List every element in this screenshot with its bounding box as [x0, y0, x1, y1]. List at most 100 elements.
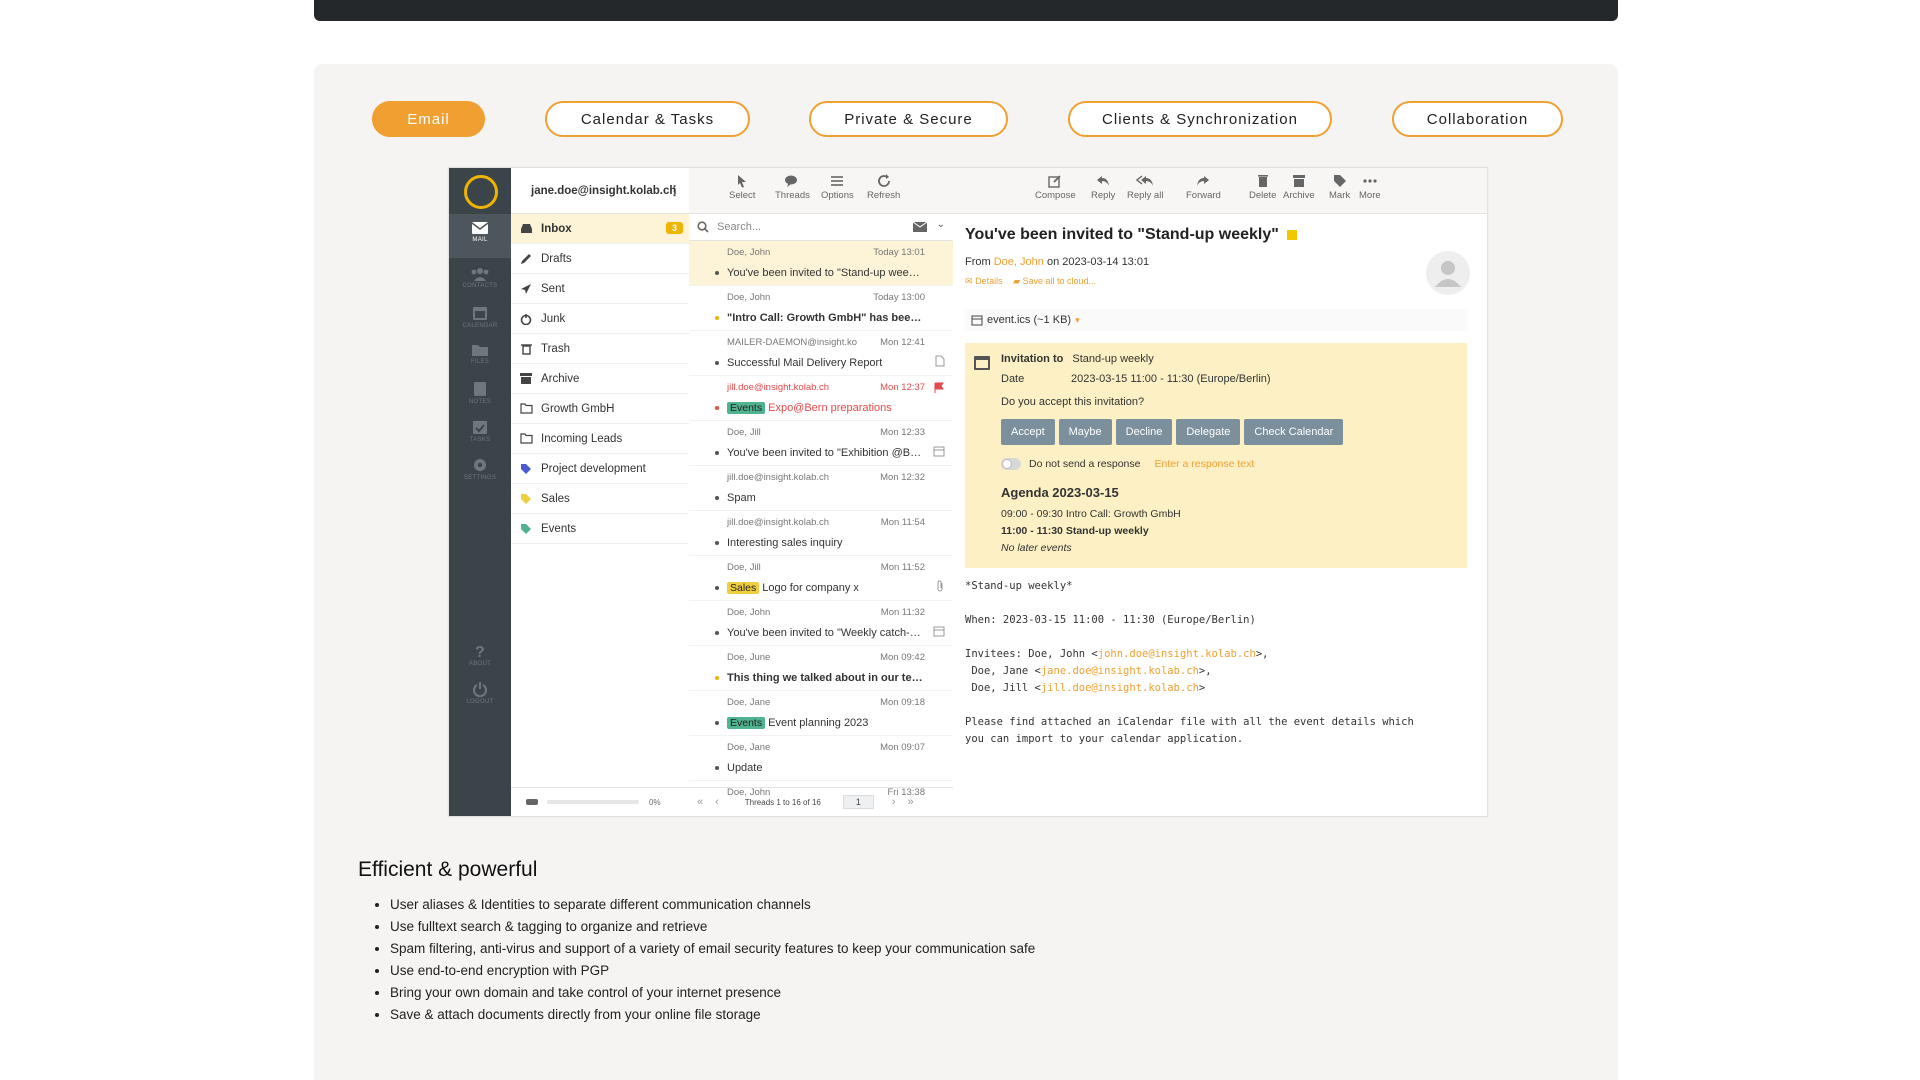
invitee-email[interactable]: john.doe@insight.kolab.ch: [1098, 648, 1256, 660]
folder-project-development[interactable]: Project development: [511, 454, 689, 484]
accept-button[interactable]: Accept: [1001, 419, 1055, 445]
search-input[interactable]: Search...: [717, 221, 761, 233]
message-row[interactable]: Doe, Jane Mon 09:18 Events Event planning…: [689, 691, 953, 736]
attachment-row[interactable]: event.ics (~1 KB) ▾: [965, 309, 1467, 331]
kebab-menu-icon[interactable]: ⋮: [668, 183, 681, 199]
folder-sales[interactable]: Sales: [511, 484, 689, 514]
read-dot: [715, 496, 719, 500]
first-page-icon[interactable]: «: [697, 796, 703, 808]
message-row[interactable]: Doe, June Mon 09:42 This thing we talked…: [689, 646, 953, 691]
chevron-down-icon[interactable]: ⌄: [937, 219, 945, 230]
toolbar-label: Archive: [1283, 190, 1315, 201]
message-row[interactable]: jill.doe@insight.kolab.ch Mon 12:37 Even…: [689, 376, 953, 421]
message-subject: You've been invited to "Exhibition @Bern…: [727, 447, 923, 459]
toolbar-label: Reply all: [1127, 190, 1164, 201]
message-row[interactable]: Doe, John Today 13:01 You've been invite…: [689, 241, 953, 286]
decline-button[interactable]: Decline: [1115, 419, 1173, 445]
page-number-input[interactable]: 1: [842, 795, 874, 809]
folder-incoming-leads[interactable]: Incoming Leads: [511, 424, 689, 454]
no-response-toggle[interactable]: [1001, 458, 1021, 470]
tab-collaboration[interactable]: Collaboration: [1392, 101, 1563, 137]
tab-calendar-tasks[interactable]: Calendar & Tasks: [545, 101, 750, 137]
folder-inbox[interactable]: Inbox 3: [511, 214, 689, 244]
agenda-time: 11:00 - 11:30: [1001, 525, 1063, 537]
tab-email[interactable]: Email: [372, 101, 485, 137]
message-date: Today 13:01: [873, 247, 925, 258]
pager-text: Threads 1 to 16 of 16: [744, 797, 821, 807]
select-button[interactable]: Select: [729, 174, 755, 201]
delete-button[interactable]: Delete: [1249, 174, 1276, 201]
message-row[interactable]: Doe, Jane Mon 09:07 Update: [689, 736, 953, 781]
message-row[interactable]: jill.doe@insight.kolab.ch Mon 11:54 Inte…: [689, 511, 953, 556]
chevron-down-icon[interactable]: ▾: [1075, 315, 1080, 326]
unread-badge: 3: [665, 222, 683, 234]
toolbar-label: Refresh: [867, 190, 901, 201]
trash-icon: [1257, 175, 1268, 187]
check-calendar-button[interactable]: Check Calendar: [1244, 419, 1344, 445]
feature-item: Use end-to-end encryption with PGP: [390, 960, 1035, 982]
refresh-button[interactable]: Refresh: [867, 174, 900, 201]
save-to-cloud-link[interactable]: Save all to cloud...: [1023, 276, 1097, 286]
folder-trash[interactable]: Trash: [511, 334, 689, 364]
folder-drafts[interactable]: Drafts: [511, 244, 689, 274]
folder-junk[interactable]: Junk: [511, 304, 689, 334]
calendar-icon: [933, 446, 945, 457]
delegate-button[interactable]: Delegate: [1176, 419, 1241, 445]
body-when: When: 2023-03-15 11:00 - 11:30 (Europe/B…: [965, 614, 1256, 626]
invitee-email[interactable]: jane.doe@insight.kolab.ch: [1041, 665, 1199, 677]
calendar-icon: [971, 315, 983, 326]
search-bar[interactable]: Search... ⌄: [689, 214, 953, 241]
attachment-name[interactable]: event.ics (~1 KB): [987, 314, 1071, 326]
mark-button[interactable]: Mark: [1329, 174, 1350, 201]
message-row[interactable]: jill.doe@insight.kolab.ch Mon 12:32 Spam: [689, 466, 953, 511]
flag-icon[interactable]: [933, 382, 945, 394]
message-row[interactable]: MAILER-DAEMON@insight.kolab.ch Mon 12:41…: [689, 331, 953, 376]
tab-private-secure[interactable]: Private & Secure: [809, 101, 1008, 137]
message-row[interactable]: Doe, John Mon 11:32 You've been invited …: [689, 601, 953, 646]
message-from: Doe, John: [727, 607, 771, 618]
agenda-list: 09:00 - 09:30 Intro Call: Growth GmbH 11…: [1001, 506, 1181, 557]
message-row[interactable]: Doe, John Today 13:00 "Intro Call: Growt…: [689, 286, 953, 331]
folder-archive[interactable]: Archive: [511, 364, 689, 394]
options-button[interactable]: Options: [821, 174, 854, 201]
message-from-line: From Doe, John on 2023-03-14 13:01: [965, 256, 1149, 268]
message-subject: Sales Logo for company x: [727, 582, 923, 594]
folder-growth-gmbh[interactable]: Growth GmbH: [511, 394, 689, 424]
message-subject: Interesting sales inquiry: [727, 537, 843, 549]
forward-button[interactable]: Forward: [1186, 174, 1221, 201]
read-dot: [715, 586, 719, 590]
details-link[interactable]: Details: [975, 276, 1003, 286]
folder-label: Growth GmbH: [541, 402, 615, 415]
reply-button[interactable]: Reply: [1091, 174, 1115, 201]
last-page-icon[interactable]: »: [908, 796, 914, 808]
calendar-icon: [974, 356, 990, 370]
agenda-title-text: Stand-up weekly: [1065, 525, 1149, 537]
tab-clients-sync[interactable]: Clients & Synchronization: [1068, 101, 1332, 137]
message-row[interactable]: Doe, Jill Mon 12:33 You've been invited …: [689, 421, 953, 466]
threads-button[interactable]: Threads: [775, 174, 810, 201]
edit-icon[interactable]: [1287, 229, 1298, 240]
archive-button[interactable]: Archive: [1283, 174, 1315, 201]
envelope-filter-icon[interactable]: [913, 222, 927, 232]
maybe-button[interactable]: Maybe: [1058, 419, 1112, 445]
response-text-input[interactable]: Enter a response text: [1155, 458, 1255, 470]
message-row[interactable]: Doe, Jill Mon 11:52 Sales Logo for compan…: [689, 556, 953, 601]
prev-page-icon[interactable]: ‹: [715, 796, 719, 808]
sender-link[interactable]: Doe, John: [994, 256, 1044, 268]
trash-icon: [519, 342, 533, 356]
rail-settings[interactable]: SETTINGS: [449, 450, 511, 494]
compose-button[interactable]: Compose: [1035, 174, 1076, 201]
message-date: Mon 09:42: [880, 652, 925, 663]
pencil-icon: [519, 252, 533, 266]
next-page-icon[interactable]: ›: [892, 796, 896, 808]
more-button[interactable]: More: [1359, 174, 1381, 201]
folder-sent[interactable]: Sent: [511, 274, 689, 304]
rail-mail[interactable]: MAIL: [449, 214, 511, 258]
message-from: Doe, Jill: [727, 427, 761, 438]
rail-logout[interactable]: LOGOUT: [449, 674, 511, 718]
message-subject-text: Logo for company x: [762, 582, 859, 594]
folder-events[interactable]: Events: [511, 514, 689, 544]
invitee-email[interactable]: jill.doe@insight.kolab.ch: [1041, 682, 1199, 694]
reply-all-button[interactable]: Reply all: [1127, 174, 1163, 201]
message-from: jill.doe@insight.kolab.ch: [727, 382, 830, 393]
